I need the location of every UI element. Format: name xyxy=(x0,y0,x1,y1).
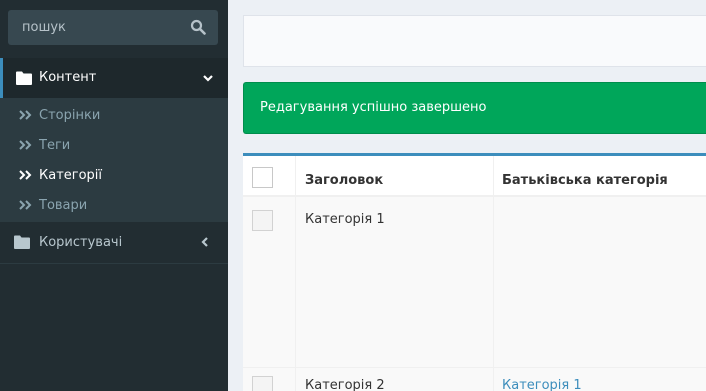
double-chevron-right-icon xyxy=(19,170,32,180)
sidebar-item-label: Категорії xyxy=(39,168,103,183)
folder-icon xyxy=(14,235,30,249)
column-divider xyxy=(295,156,296,391)
folder-icon xyxy=(16,71,32,85)
sidebar-item-categories[interactable]: Категорії xyxy=(0,160,228,190)
sidebar-item-label: Контент xyxy=(39,70,97,85)
row-divider xyxy=(243,367,706,368)
row-parent-link[interactable]: Категорія 1 xyxy=(502,378,582,391)
content-submenu: Сторінки Теги Категорії Товари xyxy=(0,98,228,222)
chevron-down-icon[interactable] xyxy=(202,72,214,84)
sidebar-item-label: Сторінки xyxy=(39,108,101,123)
double-chevron-right-icon xyxy=(19,200,32,210)
sidebar-item-label: Користувачі xyxy=(39,235,123,250)
sidebar-item-tags[interactable]: Теги xyxy=(0,130,228,160)
top-panel xyxy=(243,15,706,67)
double-chevron-right-icon xyxy=(19,140,32,150)
sidebar-item-label: Теги xyxy=(39,138,71,153)
success-alert: Редагування успішно завершено xyxy=(243,82,706,134)
select-all-checkbox[interactable] xyxy=(252,167,273,188)
categories-table: Заголовок Батьківська категорія Категорі… xyxy=(243,153,706,391)
search-box[interactable]: пошук xyxy=(8,10,218,45)
column-divider xyxy=(493,156,494,391)
row-checkbox[interactable] xyxy=(252,376,273,391)
sidebar: пошук Контент Сторінки Теги Категорії То… xyxy=(0,0,228,391)
sidebar-item-pages[interactable]: Сторінки xyxy=(0,100,228,130)
column-header-parent[interactable]: Батьківська категорія xyxy=(502,173,668,188)
sidebar-item-label: Товари xyxy=(39,198,88,213)
chevron-left-icon[interactable] xyxy=(199,236,211,248)
column-header-title[interactable]: Заголовок xyxy=(305,173,383,188)
sidebar-item-content[interactable]: Контент xyxy=(0,58,228,98)
table-header: Заголовок Батьківська категорія xyxy=(243,156,706,197)
alert-message: Редагування успішно завершено xyxy=(260,100,487,115)
search-input[interactable]: пошук xyxy=(22,20,66,35)
row-checkbox[interactable] xyxy=(252,210,273,231)
search-icon[interactable] xyxy=(190,19,206,35)
sidebar-item-users[interactable]: Користувачі xyxy=(0,222,228,264)
sidebar-item-products[interactable]: Товари xyxy=(0,190,228,220)
row-title[interactable]: Категорія 1 xyxy=(305,212,385,227)
double-chevron-right-icon xyxy=(19,110,32,120)
row-title[interactable]: Категорія 2 xyxy=(305,378,385,391)
